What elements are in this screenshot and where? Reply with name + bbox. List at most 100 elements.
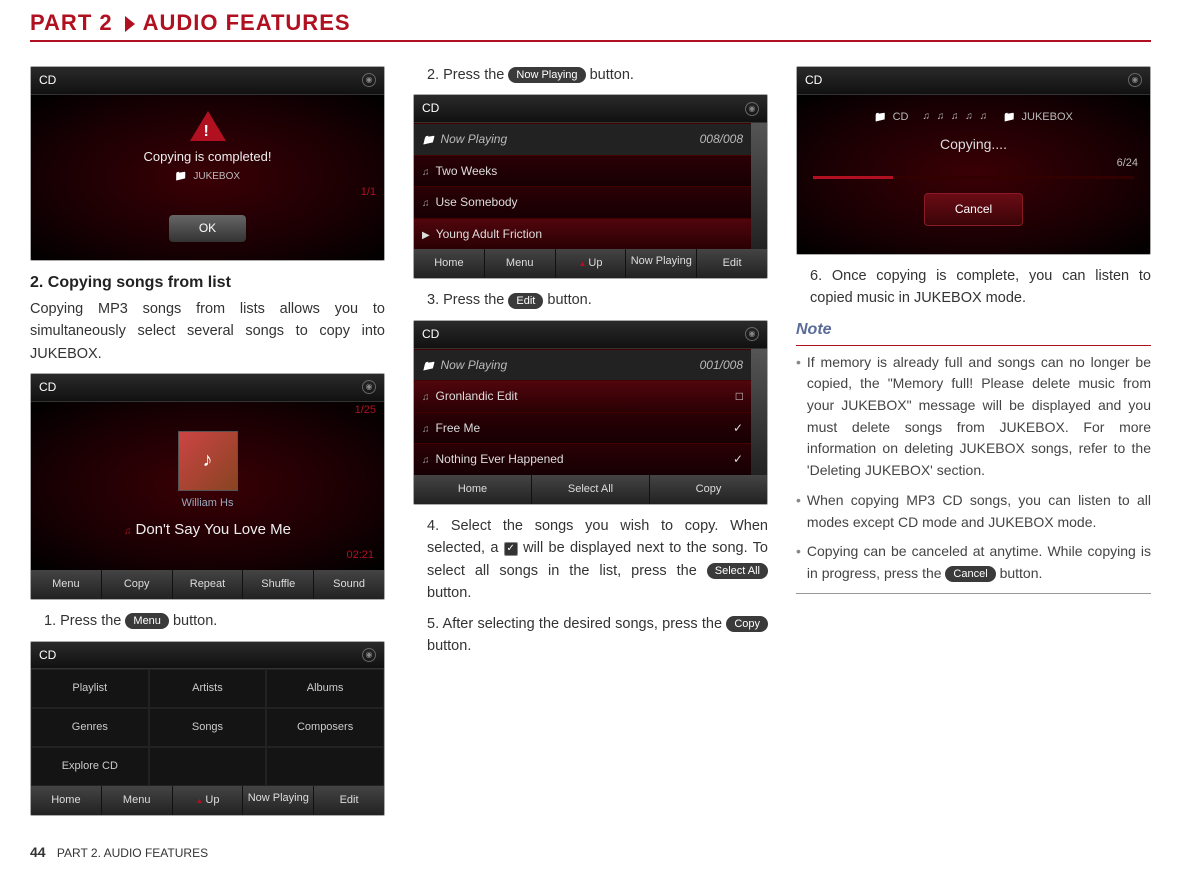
bottom-toolbar: Home Menu Up Now Playing Edit	[31, 786, 384, 815]
list-count: 001/008	[700, 356, 743, 375]
cd-label: CD	[39, 378, 56, 397]
scrollbar[interactable]	[751, 123, 767, 249]
edit-button[interactable]: Edit	[697, 249, 767, 278]
list-item[interactable]: Use Somebody	[414, 186, 751, 218]
folder-icon	[422, 358, 440, 372]
page-footer: 44 PART 2. AUDIO FEATURES	[30, 844, 1151, 860]
disc-icon: ◉	[362, 380, 376, 394]
music-note-icon: ♫	[124, 526, 132, 537]
folder-icon	[422, 132, 440, 146]
play-icon	[422, 227, 436, 241]
check-icon: ✓	[733, 419, 743, 438]
home-button[interactable]: Home	[31, 786, 102, 815]
select-all-button[interactable]: Select All	[532, 475, 650, 504]
check-icon: □	[736, 387, 743, 406]
category-grid: Playlist Artists Albums Genres Songs Com…	[31, 669, 384, 786]
step-1: 1. Press the Menu button.	[30, 610, 385, 632]
menu-button[interactable]: Menu	[102, 786, 173, 815]
now-playing-button[interactable]: Now Playing	[243, 786, 314, 815]
menu-button[interactable]: Menu	[485, 249, 556, 278]
step-text: 3. Press the	[427, 292, 508, 308]
explore-cd-category[interactable]: Explore CD	[31, 747, 149, 786]
copying-label: Copying....	[797, 134, 1150, 156]
music-note-icon	[422, 421, 436, 435]
warning-icon	[190, 111, 226, 141]
cd-label: CD	[805, 71, 822, 90]
step-text: 5. After selecting the desired songs, pr…	[427, 616, 726, 632]
list-count: 008/008	[700, 130, 743, 149]
copy-button[interactable]: Copy	[102, 570, 173, 599]
track-title: Don't Say You Love Me	[136, 521, 291, 538]
artists-category[interactable]: Artists	[149, 669, 267, 708]
list-item[interactable]: Free Me✓	[414, 412, 751, 444]
artist-name: William Hs	[31, 495, 384, 512]
cd-label: CD	[39, 71, 56, 90]
source-cd-label: CD	[893, 111, 909, 123]
disc-icon: ◉	[745, 102, 759, 116]
menu-button-inline: Menu	[125, 613, 169, 629]
list-header: Now Playing	[440, 132, 507, 146]
transfer-icon: ♫ ♫ ♫ ♫ ♫	[922, 109, 989, 125]
copy-complete-text: Copying is completed!	[31, 147, 384, 167]
shuffle-button[interactable]: Shuffle	[243, 570, 314, 599]
page-header: PART 2 AUDIO FEATURES	[30, 10, 1151, 42]
step-text: 2. Press the	[427, 67, 508, 83]
now-playing-button[interactable]: Now Playing	[626, 249, 697, 278]
home-button[interactable]: Home	[414, 249, 485, 278]
subsection-heading: 2. Copying songs from list	[30, 271, 385, 296]
edit-button-inline: Edit	[508, 293, 543, 309]
songs-category[interactable]: Songs	[149, 708, 267, 747]
step-3: 3. Press the Edit button.	[413, 289, 768, 311]
list-item[interactable]: Nothing Ever Happened✓	[414, 443, 751, 475]
cd-label: CD	[39, 646, 56, 665]
bottom-toolbar: Home Menu Up Now Playing Edit	[414, 249, 767, 278]
album-art-icon: ♪	[178, 431, 238, 491]
note-item: When copying MP3 CD songs, you can liste…	[796, 490, 1151, 533]
check-icon-inline: ✓	[504, 542, 518, 556]
screenshot-now-playing-list: CD◉ Now Playing008/008 Two Weeks Use Som…	[413, 94, 768, 279]
step-text: 1. Press the	[44, 613, 125, 629]
disc-icon: ◉	[745, 327, 759, 341]
screenshot-copying-progress: CD◉ CD ♫ ♫ ♫ ♫ ♫ JUKEBOX Copying.... 6/2…	[796, 66, 1151, 255]
scrollbar[interactable]	[751, 349, 767, 475]
edit-button[interactable]: Edit	[314, 786, 384, 815]
copy-button[interactable]: Copy	[650, 475, 767, 504]
playlist-category[interactable]: Playlist	[31, 669, 149, 708]
cancel-button[interactable]: Cancel	[924, 193, 1023, 226]
page-number: 44	[30, 844, 46, 860]
music-note-icon	[422, 389, 436, 403]
music-note-icon	[422, 164, 436, 178]
sound-button[interactable]: Sound	[314, 570, 384, 599]
content-columns: CD◉ Copying is completed! JUKEBOX 1/1 OK…	[30, 60, 1151, 826]
list-item[interactable]: Two Weeks	[414, 155, 751, 187]
menu-button[interactable]: Menu	[31, 570, 102, 599]
dest-jukebox-label: JUKEBOX	[1022, 111, 1073, 123]
intro-paragraph: Copying MP3 songs from lists allows you …	[30, 298, 385, 365]
up-button[interactable]: Up	[173, 786, 244, 815]
step-5: 5. After selecting the desired songs, pr…	[413, 613, 768, 658]
ok-button[interactable]: OK	[169, 215, 246, 242]
composers-category[interactable]: Composers	[266, 708, 384, 747]
note-text: button.	[1000, 565, 1043, 581]
list-item[interactable]: Young Adult Friction	[414, 218, 751, 250]
bottom-toolbar: Home Select All Copy	[414, 475, 767, 504]
disc-icon: ◉	[362, 648, 376, 662]
music-note-icon	[422, 452, 436, 466]
home-button[interactable]: Home	[414, 475, 532, 504]
step-4: 4. Select the songs you wish to copy. Wh…	[413, 515, 768, 605]
note-item: Copying can be canceled at anytime. Whil…	[796, 541, 1151, 584]
screenshot-now-playing-track: CD ◉ 1/25 ♪ William Hs ♫ Don't Say You Lov…	[30, 373, 385, 600]
chevron-right-icon	[125, 16, 135, 32]
disc-icon: ◉	[362, 73, 376, 87]
step-text: button.	[427, 638, 471, 654]
track-count: 1/25	[31, 402, 384, 423]
repeat-button[interactable]: Repeat	[173, 570, 244, 599]
list-item[interactable]: Gronlandic Edit□	[414, 380, 751, 412]
up-button[interactable]: Up	[556, 249, 627, 278]
music-note-icon	[422, 195, 436, 209]
step-text: button.	[427, 585, 471, 601]
folder-icon	[1003, 111, 1021, 123]
section-title: AUDIO FEATURES	[143, 10, 351, 36]
albums-category[interactable]: Albums	[266, 669, 384, 708]
genres-category[interactable]: Genres	[31, 708, 149, 747]
